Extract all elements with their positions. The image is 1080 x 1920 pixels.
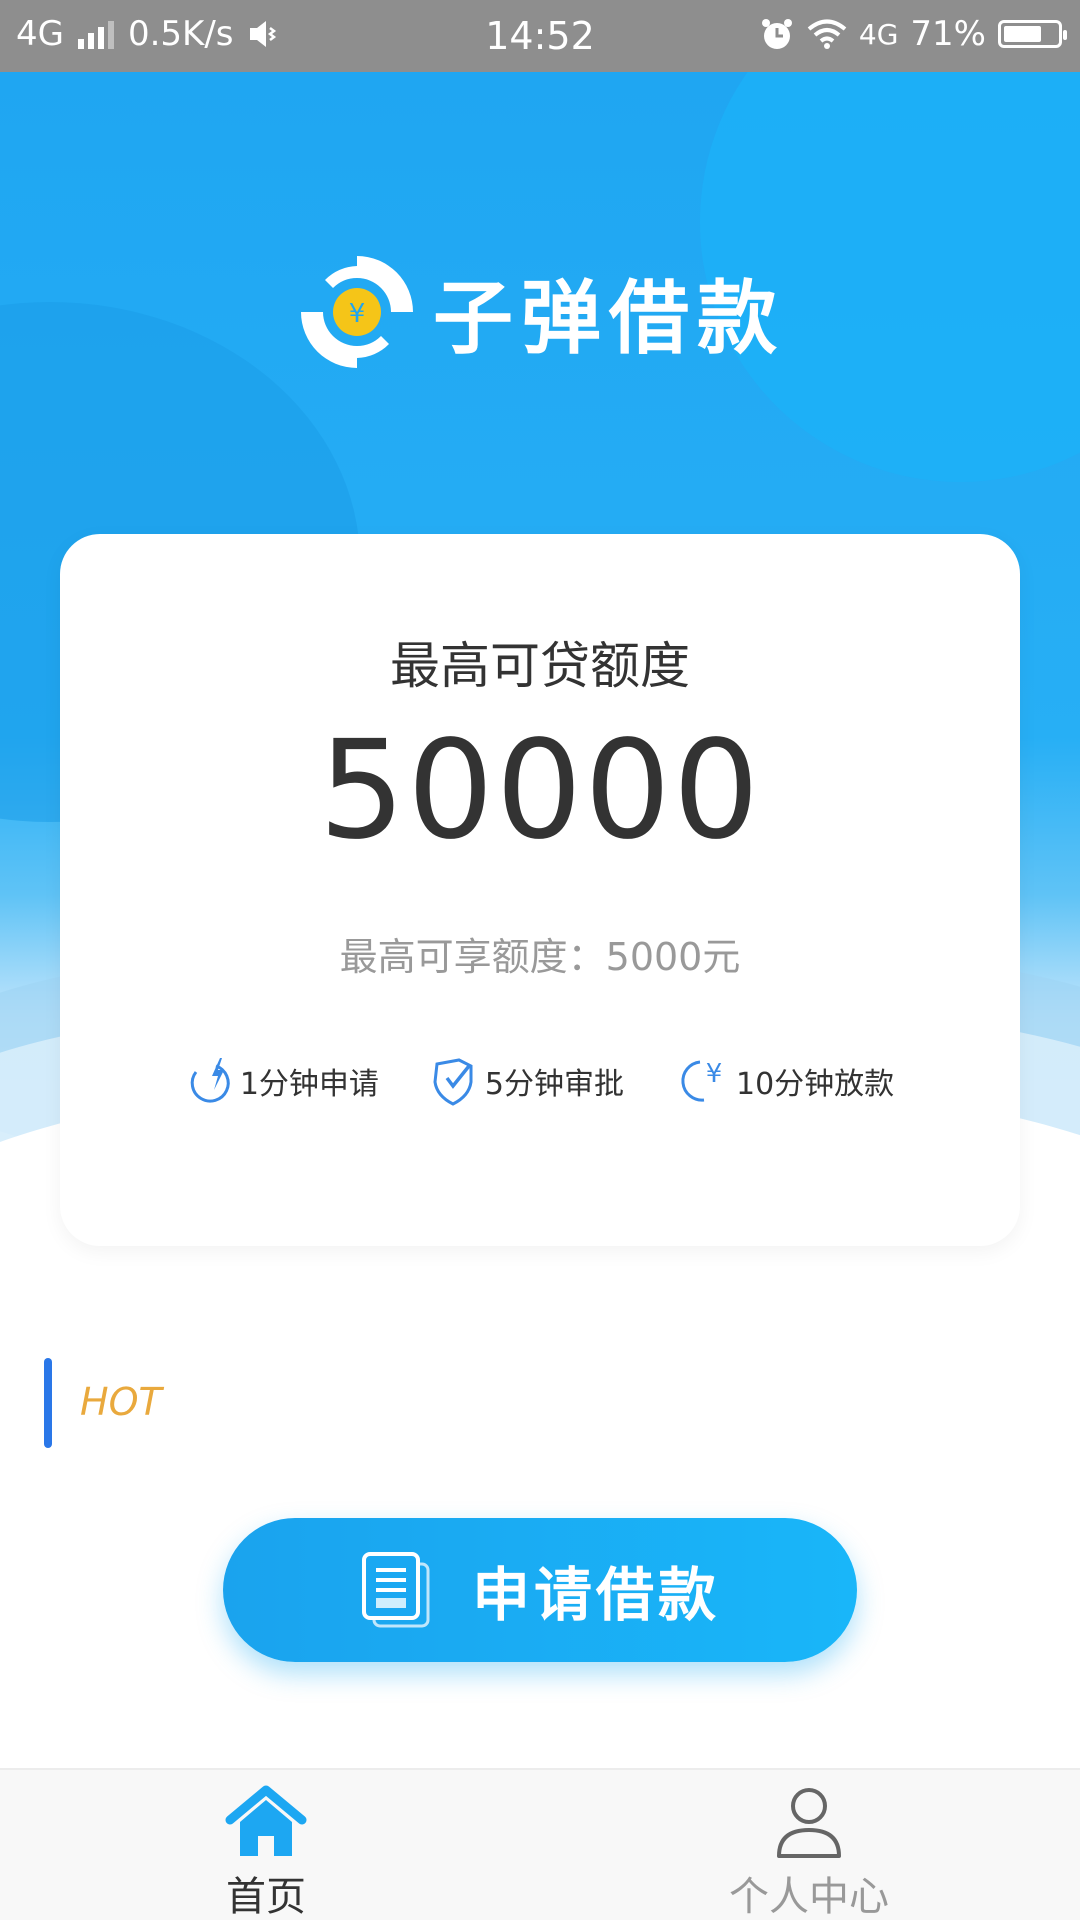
lightning-clock-icon xyxy=(190,1058,230,1103)
feature-approve-label: 5分钟审批 xyxy=(484,1067,624,1102)
battery-percent: 71% xyxy=(910,14,986,54)
document-icon xyxy=(361,1552,430,1628)
credit-card: 最高可贷额度 50000 最高可享额度：5000元 1分钟申请 5分钟审批 ¥ … xyxy=(60,534,1020,1246)
home-icon xyxy=(225,1785,307,1856)
apply-loan-label: 申请借款 xyxy=(471,1561,720,1629)
feature-apply: 1分钟申请 xyxy=(186,1056,379,1106)
nav-item-profile[interactable]: 个人中心 xyxy=(659,1784,959,1920)
bottom-nav: 首页 个人中心 xyxy=(0,1768,1080,1920)
apply-loan-button[interactable]: 申请借款 xyxy=(223,1518,857,1662)
hot-accent-bar xyxy=(44,1358,52,1448)
credit-amount: 50000 xyxy=(318,712,762,870)
feature-disburse-label: 10分钟放款 xyxy=(736,1067,895,1102)
brand: ¥ 子弹借款 xyxy=(0,250,1080,374)
wifi-icon xyxy=(807,19,847,49)
alarm-icon xyxy=(761,19,792,49)
person-icon xyxy=(777,1788,841,1858)
shield-check-icon xyxy=(433,1058,473,1106)
feature-list: 1分钟申请 5分钟审批 ¥ 10分钟放款 xyxy=(60,1056,1020,1106)
nav-item-home[interactable]: 首页 xyxy=(116,1784,416,1920)
hero-banner: ¥ 子弹借款 最高可贷额度 50000 最高可享额度：5000元 1分钟申请 5… xyxy=(0,72,1080,1282)
nav-profile-label: 个人中心 xyxy=(729,1874,889,1920)
logo-icon: ¥ xyxy=(301,256,413,368)
feature-disburse: ¥ 10分钟放款 xyxy=(676,1056,894,1106)
credit-label: 最高可贷额度 xyxy=(390,637,690,695)
network-type-right: 4G xyxy=(858,17,899,51)
nav-home-label: 首页 xyxy=(226,1874,306,1920)
yuan-clock-icon: ¥ xyxy=(681,1059,723,1102)
battery-icon xyxy=(998,20,1067,48)
yuan-symbol: ¥ xyxy=(706,1059,723,1089)
feature-approve: 5分钟审批 xyxy=(431,1056,624,1106)
logo-symbol: ¥ xyxy=(349,299,366,329)
feature-apply-label: 1分钟申请 xyxy=(239,1067,379,1102)
credit-subtext: 最高可享额度：5000元 xyxy=(339,935,741,979)
app-title: 子弹借款 xyxy=(433,272,785,365)
battery-level xyxy=(1004,26,1041,42)
status-bar: 4G 0.5K/s 14:52 4G 71% xyxy=(0,0,1080,72)
status-right: 4G 71% xyxy=(759,14,1067,54)
hot-label: HOT xyxy=(80,1380,162,1424)
screen: 4G 0.5K/s 14:52 4G 71% ¥ 子弹借款 最高可贷额度 500… xyxy=(0,0,1080,1920)
